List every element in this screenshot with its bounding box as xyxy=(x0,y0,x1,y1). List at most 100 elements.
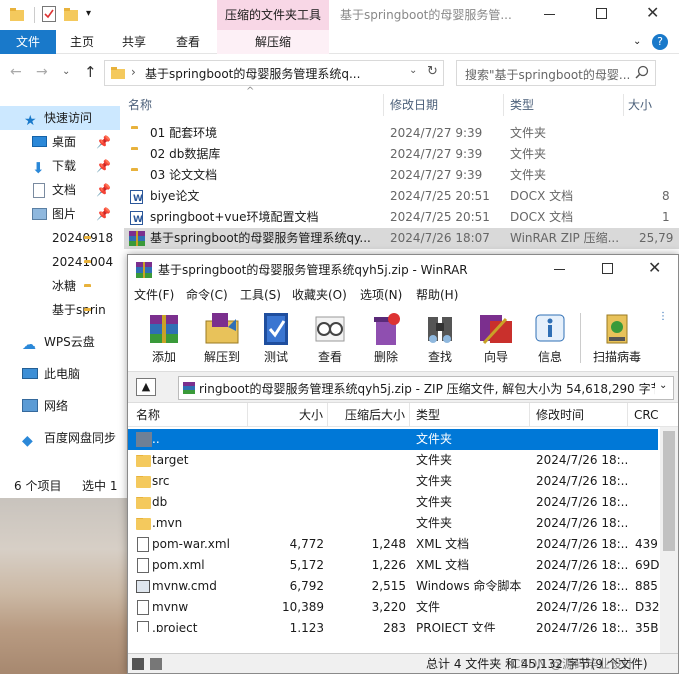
pin-icon[interactable]: 📌 xyxy=(96,178,111,202)
back-arrow-icon[interactable]: ← xyxy=(10,64,22,80)
nav-item-baidu-cloud[interactable]: ◆ 百度网盘同步 xyxy=(0,426,120,450)
pin-icon[interactable]: 📌 xyxy=(96,130,111,154)
nav-item-folder-springboot[interactable]: 基于sprin xyxy=(0,298,120,322)
toolbar-label: 查看 xyxy=(317,350,342,364)
maximize-icon[interactable] xyxy=(602,263,613,274)
up-arrow-icon[interactable]: ↑ xyxy=(84,63,97,81)
file-row[interactable]: 01 配套环境 2024/7/27 9:39 文件夹 xyxy=(124,123,679,144)
address-path[interactable]: 基于springboot的母婴服务管理系统q... xyxy=(145,65,375,82)
view-button[interactable]: 查看 xyxy=(302,307,358,367)
list-row[interactable]: .project 1,123 283 PROJECT 文件 2024/7/26 … xyxy=(128,618,658,632)
minimize-icon[interactable] xyxy=(544,14,555,15)
find-button[interactable]: 查找 xyxy=(412,307,468,367)
column-header-size[interactable]: 大小 xyxy=(628,94,679,116)
nav-item-wps-cloud[interactable]: ☁ WPS云盘 xyxy=(0,330,120,354)
scrollbar-thumb[interactable] xyxy=(663,431,675,551)
column-header-name[interactable]: 名称 xyxy=(128,94,378,116)
list-row[interactable]: target 文件夹 2024/7/26 18:... xyxy=(128,450,658,471)
scan-virus-button[interactable]: 扫描病毒 xyxy=(586,307,648,367)
nav-item-folder-20240918[interactable]: 20240918 xyxy=(0,226,120,250)
list-row[interactable]: mvnw 10,389 3,220 文件 2024/7/26 18:... D3… xyxy=(128,597,660,618)
menu-favorites[interactable]: 收藏夹(O) xyxy=(292,285,347,305)
column-header-size[interactable]: 大小 xyxy=(248,403,328,427)
nav-item-quick-access[interactable]: ★ 快速访问 xyxy=(0,106,120,130)
address-bar[interactable]: › 基于springboot的母婴服务管理系统q... ⌄ ↻ xyxy=(104,60,444,86)
up-folder-icon[interactable]: ▲ xyxy=(136,378,156,396)
nav-item-folder-bingtang[interactable]: 冰糖 xyxy=(0,274,120,298)
list-row[interactable]: .mvn 文件夹 2024/7/26 18:... xyxy=(128,513,658,534)
list-row[interactable]: src 文件夹 2024/7/26 18:... xyxy=(128,471,658,492)
extract-to-button[interactable]: 解压到 xyxy=(194,307,250,367)
tab-share[interactable]: 共享 xyxy=(112,30,156,54)
search-box[interactable]: 搜索"基于springboot的母婴... xyxy=(456,60,656,86)
column-header-name[interactable]: 名称 xyxy=(128,403,248,427)
file-date: 2024/7/25 20:51 xyxy=(390,210,490,224)
list-row[interactable]: pom.xml 5,172 1,226 XML 文档 2024/7/26 18:… xyxy=(128,555,660,576)
column-header-modified[interactable]: 修改时间 xyxy=(530,403,628,427)
delete-button[interactable]: 删除 xyxy=(358,307,414,367)
list-row-selected[interactable]: .. 文件夹 xyxy=(128,429,658,450)
menu-help[interactable]: 帮助(H) xyxy=(416,285,458,305)
tab-file[interactable]: 文件 xyxy=(0,30,56,54)
wizard-button[interactable]: 向导 xyxy=(468,307,524,367)
nav-item-desktop[interactable]: 桌面 📌 xyxy=(0,130,120,154)
column-header-packed[interactable]: 压缩后大小 xyxy=(328,403,410,427)
tab-view[interactable]: 查看 xyxy=(166,30,210,54)
path-dropdown-icon[interactable]: ⌄ xyxy=(659,380,667,391)
column-header-type[interactable]: 类型 xyxy=(410,403,530,427)
search-icon[interactable] xyxy=(635,65,649,79)
test-button[interactable]: 测试 xyxy=(248,307,304,367)
search-input[interactable]: 搜索"基于springboot的母婴... xyxy=(465,66,631,83)
close-icon[interactable]: ✕ xyxy=(648,259,661,277)
menu-commands[interactable]: 命令(C) xyxy=(186,285,228,305)
file-row-selected[interactable]: 基于springboot的母婴服务管理系统qy... 2024/7/26 18:… xyxy=(124,228,679,249)
menu-tools[interactable]: 工具(S) xyxy=(240,285,281,305)
file-size: 1 xyxy=(662,210,670,224)
nav-item-documents[interactable]: 文档 📌 xyxy=(0,178,120,202)
file-row[interactable]: W springboot+vue环境配置文档 2024/7/25 20:51 D… xyxy=(124,207,679,228)
column-header-date[interactable]: 修改日期 xyxy=(390,94,500,116)
new-folder-icon[interactable] xyxy=(64,8,78,21)
pin-icon[interactable]: 📌 xyxy=(96,154,111,178)
refresh-icon[interactable]: ↻ xyxy=(427,64,438,79)
file-row[interactable]: 03 论文文档 2024/7/27 9:39 文件夹 xyxy=(124,165,679,186)
nav-item-folder-20241004[interactable]: 20241004 xyxy=(0,250,120,274)
column-header-type[interactable]: 类型 xyxy=(510,94,620,116)
file-row[interactable]: 02 db数据库 2024/7/27 9:39 文件夹 xyxy=(124,144,679,165)
file-row[interactable]: W biye论文 2024/7/25 20:51 DOCX 文档 8 xyxy=(124,186,679,207)
add-button[interactable]: 添加 xyxy=(136,307,192,367)
forward-arrow-icon[interactable]: → xyxy=(36,64,48,80)
tab-extract[interactable]: 解压缩 xyxy=(217,30,329,54)
toolbar-label: 测试 xyxy=(263,350,288,364)
nav-item-download[interactable]: ⬇ 下载 📌 xyxy=(0,154,120,178)
close-icon[interactable]: ✕ xyxy=(646,4,662,22)
address-row: ← → ⌄ ↑ › 基于springboot的母婴服务管理系统q... ⌄ ↻ … xyxy=(0,58,679,90)
pin-icon[interactable]: 📌 xyxy=(96,202,111,226)
file-name: 03 论文文档 xyxy=(150,168,218,182)
nav-item-pictures[interactable]: 图片 📌 xyxy=(0,202,120,226)
nav-item-network[interactable]: 网络 xyxy=(0,394,120,418)
list-row[interactable]: pom-war.xml 4,772 1,248 XML 文档 2024/7/26… xyxy=(128,534,658,555)
toolbar-overflow-icon[interactable]: ⋮ xyxy=(658,311,672,322)
status-drive-icon[interactable] xyxy=(132,658,144,670)
archive-path-field[interactable]: ringboot的母婴服务管理系统qyh5j.zip - ZIP 压缩文件, 解… xyxy=(178,376,674,400)
nav-item-this-pc[interactable]: 此电脑 xyxy=(0,362,120,386)
customize-qat-icon[interactable]: ▾ xyxy=(86,8,96,20)
info-button[interactable]: 信息 xyxy=(522,307,578,367)
list-row[interactable]: mvnw.cmd 6,792 2,515 Windows 命令脚本 2024/7… xyxy=(128,576,658,597)
recent-chevron-icon[interactable]: ⌄ xyxy=(62,66,70,77)
help-icon[interactable]: ? xyxy=(652,34,668,50)
status-key-icon[interactable] xyxy=(150,658,162,670)
menu-options[interactable]: 选项(N) xyxy=(360,285,402,305)
list-row[interactable]: db 文件夹 2024/7/26 18:... xyxy=(128,492,658,513)
maximize-icon[interactable] xyxy=(596,8,607,19)
vertical-scrollbar[interactable] xyxy=(660,427,678,653)
tab-home[interactable]: 主页 xyxy=(60,30,104,54)
properties-icon[interactable] xyxy=(42,6,56,22)
menu-file[interactable]: 文件(F) xyxy=(134,285,174,305)
column-header-crc[interactable]: CRC xyxy=(628,403,678,427)
minimize-icon[interactable] xyxy=(554,269,565,270)
chevron-down-icon[interactable]: ⌄ xyxy=(633,36,645,48)
file-date: 2024/7/27 9:39 xyxy=(390,168,483,182)
address-dropdown-icon[interactable]: ⌄ xyxy=(409,65,417,76)
